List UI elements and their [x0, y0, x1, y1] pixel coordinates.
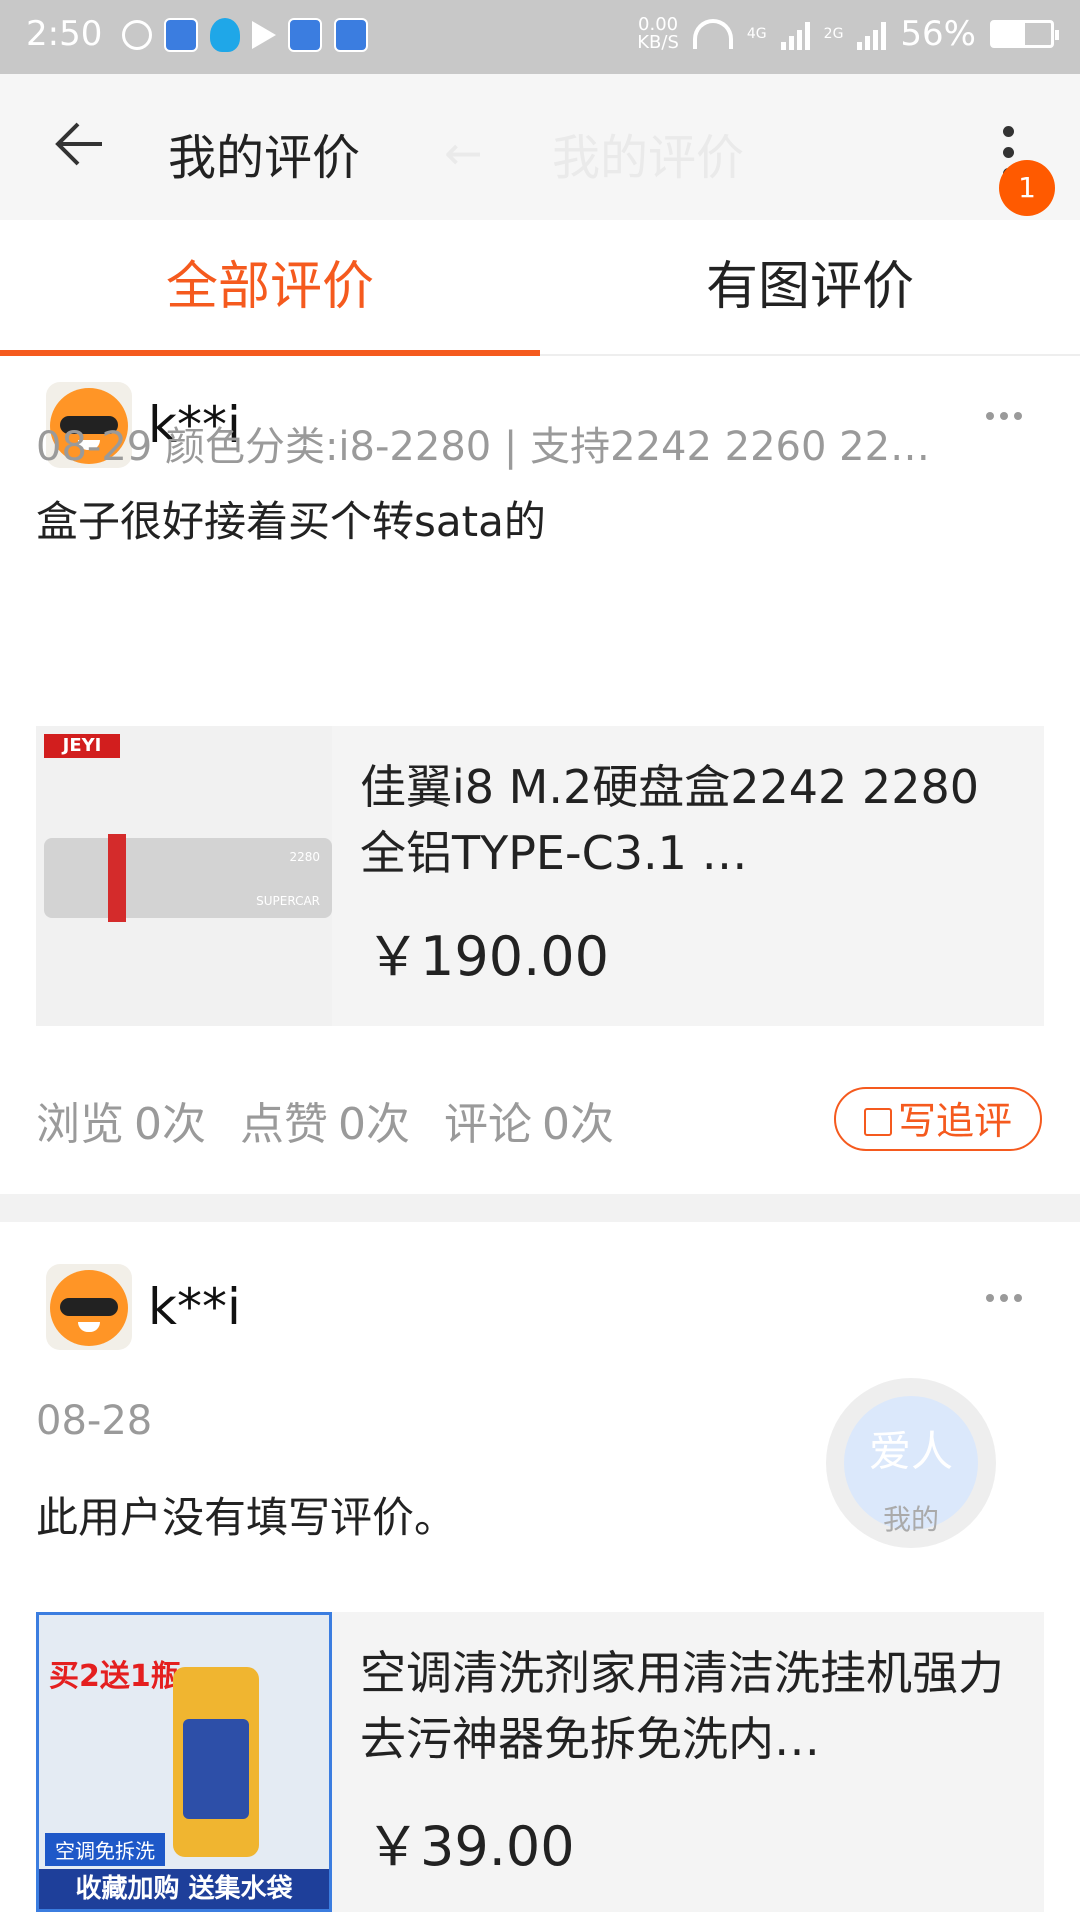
bag-app-icon [288, 18, 322, 52]
status-bar: 2:50 0.00 KB/S 4G 2G 56% [0, 0, 1080, 74]
net-4g-label: 4G [746, 26, 767, 42]
shield-app-icon [164, 18, 198, 52]
views-label: 浏览 [36, 1099, 124, 1150]
app-bar: 我的评价 ← 我的评价 1 [0, 74, 1080, 220]
brand-logo: JEYI [44, 734, 120, 758]
review-tabs: 全部评价 有图评价 [0, 220, 1080, 356]
likes-count: 0次 [338, 1099, 410, 1150]
product-image-text: SUPERCAR [256, 894, 320, 908]
review-content: 盒子很好接着买个转sata的 [36, 497, 546, 546]
product-title: 佳翼i8 M.2硬盘盒2242 2280 全铝TYPE-C3.1 … [360, 760, 980, 880]
write-followup-button[interactable]: 写追评 [834, 1087, 1042, 1151]
views-count: 0次 [134, 1099, 206, 1150]
stamp-main-text: 爱人 [868, 1427, 953, 1476]
alarm-icon [122, 20, 152, 50]
write-followup-label: 写追评 [897, 1099, 1012, 1143]
status-time: 2:50 [26, 14, 103, 54]
review-card: k**i 08-29 颜色分类:i8-2280 | 支持2242 2260 22… [0, 356, 1080, 1194]
battery-icon [990, 20, 1059, 48]
promo-banner: 收藏加购 送集水袋 [39, 1869, 329, 1909]
notification-badge: 1 [999, 160, 1055, 216]
review-stats: 浏览 0次 点赞 0次 评论 0次 [36, 1088, 624, 1152]
love-stamp-badge: 爱人 我的 [826, 1378, 996, 1548]
signal-2g-icon [857, 18, 887, 50]
wifi-icon [692, 19, 733, 49]
net-speed-unit: KB/S [637, 32, 679, 53]
review-card: k**i 08-28 此用户没有填写评价。 爱人 我的 买2送1瓶 空调免拆洗 … [0, 1222, 1080, 1920]
qq-icon [210, 18, 240, 52]
shield-app-icon-2 [334, 18, 368, 52]
stamp-sub-text: 我的 [882, 1503, 939, 1536]
product-image-model: 2280 [289, 850, 320, 864]
review-content: 此用户没有填写评价。 [36, 1493, 457, 1542]
comments-label: 评论 [444, 1099, 532, 1150]
ghost-back-arrow-icon: ← [444, 126, 483, 180]
comments-count: 0次 [542, 1099, 614, 1150]
promo-subtext: 空调免拆洗 [45, 1833, 165, 1866]
battery-percent: 56% [900, 14, 976, 54]
review-meta: 08-29 颜色分类:i8-2280 | 支持2242 2260 22… [36, 424, 931, 470]
signal-4g-icon [780, 18, 810, 50]
product-card[interactable]: 买2送1瓶 空调免拆洗 收藏加购 送集水袋 空调清洗剂家用清洁洗挂机强力去污神器… [36, 1612, 1044, 1912]
card-separator [0, 1194, 1080, 1222]
product-image: 买2送1瓶 空调免拆洗 收藏加购 送集水袋 [36, 1612, 332, 1912]
page-title: 我的评价 [168, 130, 361, 186]
net-speed: 0.00 KB/S [637, 16, 679, 52]
spray-can-graphic [173, 1667, 259, 1857]
ssd-enclosure-graphic: SUPERCAR 2280 [44, 834, 332, 922]
net-2g-label: 2G [823, 26, 844, 42]
more-options-icon[interactable] [986, 1294, 1022, 1304]
likes-label: 点赞 [240, 1099, 328, 1150]
username[interactable]: k**i [148, 1278, 241, 1336]
edit-icon [863, 1108, 892, 1136]
ghost-page-title: 我的评价 [552, 130, 745, 186]
notification-icons [122, 18, 368, 52]
product-price: ￥39.00 [366, 1815, 575, 1878]
status-right: 0.00 KB/S 4G 2G 56% [637, 14, 1059, 54]
tab-image-reviews[interactable]: 有图评价 [540, 220, 1080, 354]
product-card[interactable]: JEYI SUPERCAR 2280 佳翼i8 M.2硬盘盒2242 2280 … [36, 726, 1044, 1026]
promo-text: 买2送1瓶 [49, 1659, 181, 1694]
product-title: 空调清洗剂家用清洁洗挂机强力去污神器免拆免洗内… [360, 1646, 1004, 1766]
product-price: ￥190.00 [366, 925, 609, 988]
play-store-icon [252, 21, 276, 49]
battery-level [993, 23, 1026, 45]
back-arrow-icon[interactable] [52, 114, 112, 174]
tab-all-reviews[interactable]: 全部评价 [0, 220, 540, 354]
product-image: JEYI SUPERCAR 2280 [36, 726, 332, 1026]
avatar[interactable] [46, 1264, 132, 1350]
